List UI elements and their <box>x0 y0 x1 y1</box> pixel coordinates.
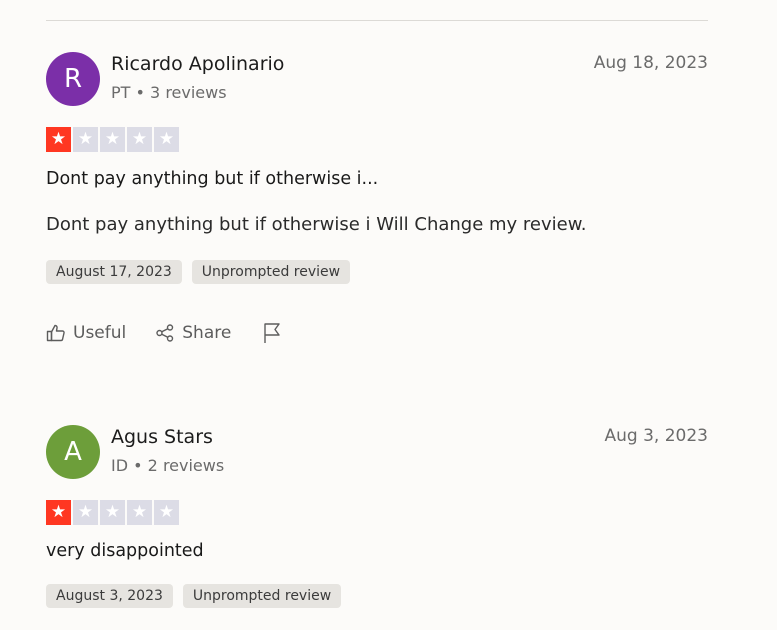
source-badge[interactable]: Unprompted review <box>182 584 342 608</box>
reviewer-meta: PT • 3 reviews <box>111 83 227 102</box>
share-button[interactable]: Share <box>155 323 231 343</box>
share-label: Share <box>182 323 232 343</box>
thumbs-up-icon <box>46 324 65 342</box>
reviewer-review-count: 2 reviews <box>147 456 225 475</box>
star-empty-icon: ★ <box>100 500 125 525</box>
avatar[interactable]: A <box>46 425 100 479</box>
star-empty-icon: ★ <box>127 127 152 152</box>
review-header: A Agus Stars ID • 2 reviews Aug 3, 2023 <box>46 423 708 481</box>
reviewer-name[interactable]: Ricardo Apolinario <box>111 53 284 75</box>
reviewer-country: ID <box>111 456 129 475</box>
review-text: Dont pay anything but if otherwise i Wil… <box>46 214 587 235</box>
experience-date-badge: August 3, 2023 <box>46 584 173 608</box>
star-empty-icon: ★ <box>73 127 98 152</box>
review-title[interactable]: very disappointed <box>46 541 204 561</box>
star-empty-icon: ★ <box>100 127 125 152</box>
avatar[interactable]: R <box>46 52 100 106</box>
useful-label: Useful <box>73 323 127 343</box>
review-tags: August 17, 2023 Unprompted review <box>46 260 351 284</box>
reviewer-country: PT <box>111 83 131 102</box>
star-rating: ★ ★ ★ ★ ★ <box>46 127 179 152</box>
source-badge[interactable]: Unprompted review <box>191 260 351 284</box>
star-empty-icon: ★ <box>154 127 179 152</box>
star-empty-icon: ★ <box>127 500 152 525</box>
star-empty-icon: ★ <box>154 500 179 525</box>
useful-button[interactable]: Useful <box>46 323 126 343</box>
report-button[interactable] <box>262 322 282 344</box>
review-card: A Agus Stars ID • 2 reviews Aug 3, 2023 … <box>46 423 708 608</box>
star-filled-icon: ★ <box>46 127 71 152</box>
review-date: Aug 18, 2023 <box>593 53 708 73</box>
share-icon <box>156 324 174 342</box>
top-divider <box>46 20 708 21</box>
review-actions: Useful Share <box>46 322 282 344</box>
star-empty-icon: ★ <box>73 500 98 525</box>
review-tags: August 3, 2023 Unprompted review <box>46 584 342 608</box>
review-title[interactable]: Dont pay anything but if otherwise i... <box>46 169 378 189</box>
reviewer-review-count: 3 reviews <box>150 83 227 102</box>
meta-separator: • <box>133 456 143 475</box>
star-filled-icon: ★ <box>46 500 71 525</box>
reviewer-name[interactable]: Agus Stars <box>111 426 213 448</box>
experience-date-badge: August 17, 2023 <box>46 260 182 284</box>
flag-icon <box>264 323 281 343</box>
reviewer-meta: ID • 2 reviews <box>111 456 224 475</box>
review-date: Aug 3, 2023 <box>604 426 709 446</box>
meta-separator: • <box>135 83 145 102</box>
review-card: R Ricardo Apolinario PT • 3 reviews Aug … <box>46 50 708 343</box>
review-header: R Ricardo Apolinario PT • 3 reviews Aug … <box>46 50 708 108</box>
star-rating: ★ ★ ★ ★ ★ <box>46 500 179 525</box>
